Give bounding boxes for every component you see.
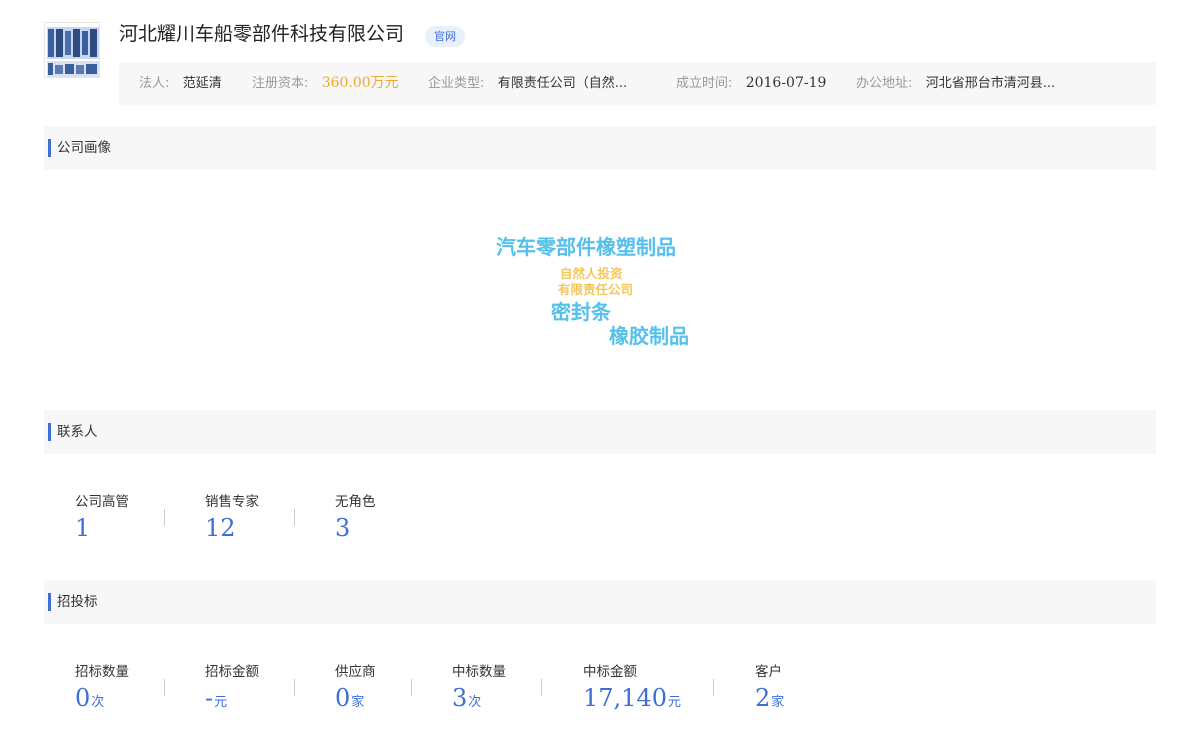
keyword-sealing-strip: 密封条 xyxy=(551,300,611,324)
stat-sales-experts[interactable]: 销售专家 12 xyxy=(205,493,259,542)
stat-divider xyxy=(541,679,542,696)
stat-unit: 次 xyxy=(468,695,482,710)
stat-unit: 家 xyxy=(771,695,785,710)
section-accent-bar xyxy=(48,593,51,611)
capital-label: 注册资本: xyxy=(252,76,309,91)
stat-divider xyxy=(294,509,295,526)
legal-person-value[interactable]: 范延清 xyxy=(183,76,222,91)
founded-label: 成立时间: xyxy=(676,76,733,91)
address-label: 办公地址: xyxy=(856,76,913,91)
stat-value: 0 xyxy=(75,684,91,712)
address-value: 河北省邢台市清河县... xyxy=(925,76,1056,91)
stat-label: 客户 xyxy=(755,664,782,680)
keyword-rubber-products: 橡胶制品 xyxy=(609,324,689,348)
stat-unit: 次 xyxy=(91,695,105,710)
company-name: 河北耀川车船零部件科技有限公司 xyxy=(119,23,405,45)
contacts-section-title: 联系人 xyxy=(57,424,98,440)
company-seal-logo-icon xyxy=(45,23,99,77)
official-site-badge[interactable]: 官网 xyxy=(425,26,465,47)
stat-tender-amount[interactable]: 招标金额 -元 xyxy=(205,663,259,712)
stat-label: 招标数量 xyxy=(75,664,129,680)
stat-value: 3 xyxy=(335,514,351,542)
section-accent-bar xyxy=(48,423,51,441)
stat-value: 17,140 xyxy=(583,684,667,712)
stat-label: 无角色 xyxy=(335,494,376,510)
contacts-section-header: 联系人 xyxy=(44,410,1156,454)
stat-label: 中标数量 xyxy=(452,664,506,680)
stat-value: 3 xyxy=(452,684,468,712)
stat-unit: 元 xyxy=(667,695,681,710)
stat-label: 中标金额 xyxy=(583,664,637,680)
stat-tender-count[interactable]: 招标数量 0次 xyxy=(75,663,129,712)
legal-person-label: 法人: xyxy=(139,76,170,91)
capital-value: 360.00万元 xyxy=(321,75,399,91)
stat-value: 1 xyxy=(75,514,91,542)
stat-label: 供应商 xyxy=(335,664,376,680)
stat-divider xyxy=(164,679,165,696)
stat-value: 0 xyxy=(335,684,351,712)
legal-person-item: 法人: 范延清 xyxy=(139,62,222,105)
section-accent-bar xyxy=(48,139,51,157)
portrait-section-title: 公司画像 xyxy=(57,140,111,156)
founded-value: 2016-07-19 xyxy=(745,75,827,91)
keyword-cloud: 汽车零部件橡塑制品 自然人投资 有限责任公司 密封条 橡胶制品 xyxy=(0,170,1200,410)
stat-label: 公司高管 xyxy=(75,494,129,510)
stat-label: 销售专家 xyxy=(205,494,259,510)
bidding-section-title: 招投标 xyxy=(57,594,98,610)
company-type-label: 企业类型: xyxy=(428,76,485,91)
bidding-section-header: 招投标 xyxy=(44,580,1156,624)
stat-value: - xyxy=(205,684,214,712)
stat-customers[interactable]: 客户 2家 xyxy=(755,663,784,712)
stat-label: 招标金额 xyxy=(205,664,259,680)
company-info-bar: 法人: 范延清 注册资本: 360.00万元 企业类型: 有限责任公司（自然..… xyxy=(119,62,1156,105)
stat-suppliers[interactable]: 供应商 0家 xyxy=(335,663,376,712)
address-item: 办公地址: 河北省邢台市清河县... xyxy=(856,62,1055,105)
stat-divider xyxy=(294,679,295,696)
stat-award-count[interactable]: 中标数量 3次 xyxy=(452,663,506,712)
company-logo xyxy=(44,22,100,78)
company-type-item: 企业类型: 有限责任公司（自然... xyxy=(428,62,627,105)
stat-executives[interactable]: 公司高管 1 xyxy=(75,493,129,542)
stat-unit: 家 xyxy=(351,695,365,710)
stat-unit: 元 xyxy=(214,695,228,710)
stat-value: 2 xyxy=(755,684,771,712)
stat-divider xyxy=(713,679,714,696)
stat-divider xyxy=(411,679,412,696)
founded-item: 成立时间: 2016-07-19 xyxy=(676,62,826,105)
stat-divider xyxy=(164,509,165,526)
portrait-section-header: 公司画像 xyxy=(44,126,1156,170)
keyword-auto-parts: 汽车零部件橡塑制品 xyxy=(496,235,676,259)
stat-no-role[interactable]: 无角色 3 xyxy=(335,493,376,542)
capital-item: 注册资本: 360.00万元 xyxy=(252,62,399,105)
company-type-value: 有限责任公司（自然... xyxy=(497,76,628,91)
stat-award-amount[interactable]: 中标金额 17,140元 xyxy=(583,663,681,712)
stat-value: 12 xyxy=(205,514,236,542)
